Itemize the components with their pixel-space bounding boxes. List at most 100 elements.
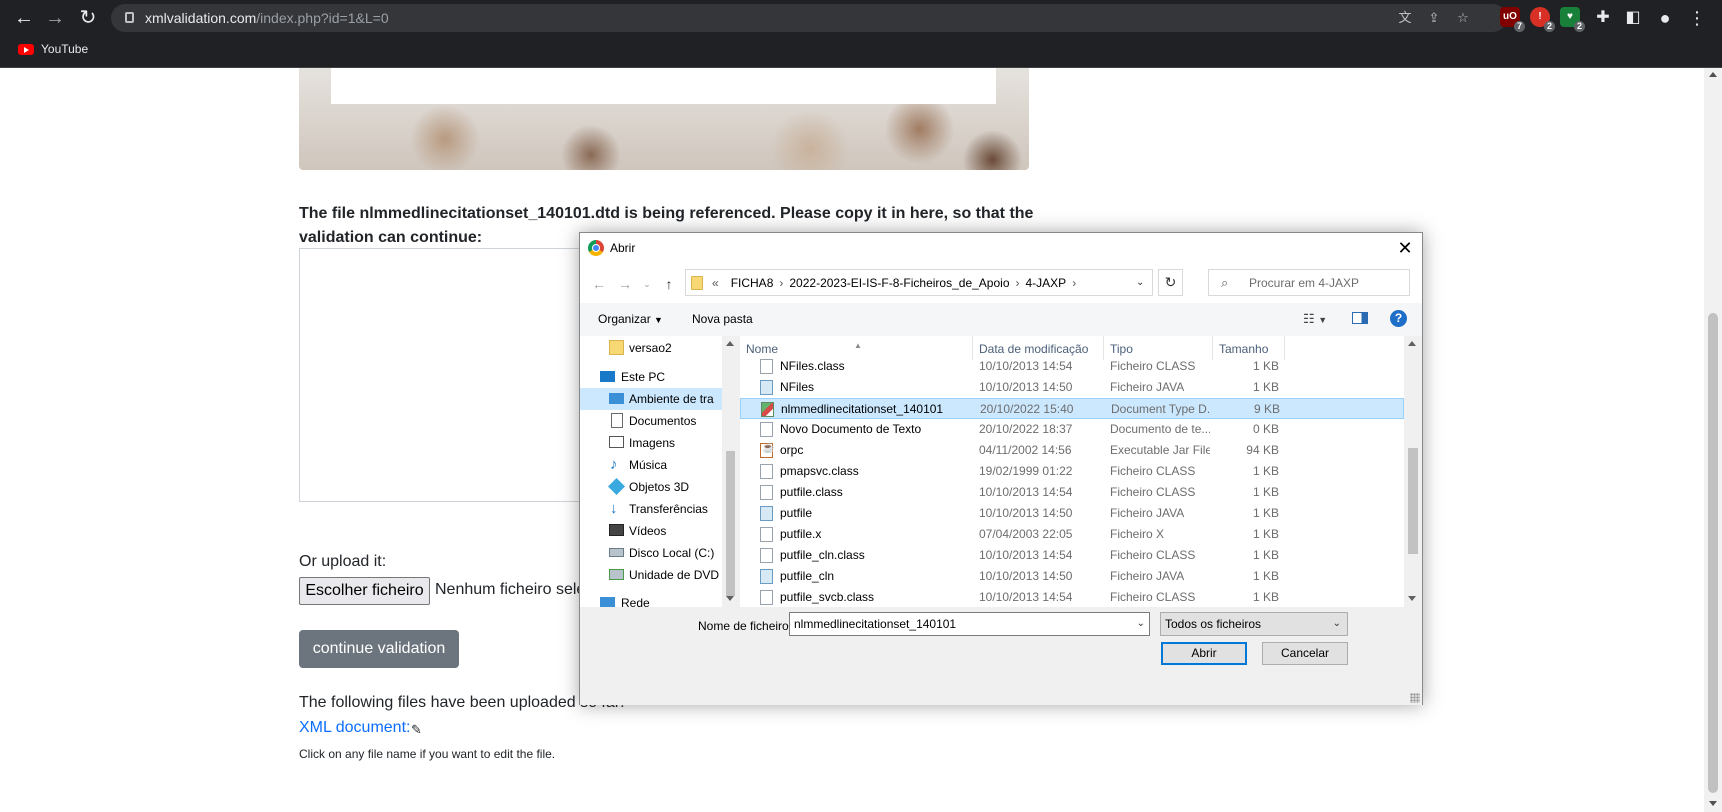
- choose-file-button[interactable]: Escolher ficheiro: [299, 577, 430, 605]
- reload-icon[interactable]: ↻: [75, 5, 101, 31]
- path-breadcrumb[interactable]: «FICHA8 › 2022-2023-EI-IS-F-8-Ficheiros_de…: [685, 269, 1153, 296]
- recent-dropdown-icon[interactable]: ⌄: [638, 279, 656, 290]
- folder-icon: [609, 340, 624, 355]
- chevron-down-icon[interactable]: ⌄: [1137, 613, 1145, 635]
- file-row[interactable]: NFiles.class 10/10/2013 14:54 Ficheiro CLA…: [740, 356, 1404, 377]
- file-name: putfile_cln.class: [780, 548, 865, 562]
- back-arrow-icon[interactable]: ←: [590, 276, 608, 292]
- chevron-down-icon[interactable]: ⌄: [1136, 277, 1144, 288]
- file-row[interactable]: putfile.class 10/10/2013 14:54 Ficheiro CL…: [740, 482, 1404, 503]
- file-size: 94 KB: [1246, 443, 1279, 457]
- green-extension-icon[interactable]: ♥ 2: [1560, 7, 1585, 32]
- tree-item-objetos-3d[interactable]: Objetos 3D: [580, 476, 722, 498]
- menu-kebab-icon[interactable]: ⋮: [1684, 5, 1710, 31]
- tree-item-videos[interactable]: Vídeos: [580, 520, 722, 542]
- tree-item-transferencias[interactable]: ↓ Transferências: [580, 498, 722, 520]
- file-list-scroll-thumb[interactable]: [1408, 448, 1418, 554]
- back-icon[interactable]: ←: [11, 5, 37, 31]
- file-row[interactable]: NFiles 10/10/2013 14:50 Ficheiro JAVA 1 KB: [740, 377, 1404, 398]
- tree-item-rede[interactable]: Rede: [580, 592, 722, 607]
- file-type: Ficheiro CLASS: [1110, 464, 1196, 478]
- file-row[interactable]: putfile_cln.class 10/10/2013 14:54 Ficheir…: [740, 545, 1404, 566]
- share-icon[interactable]: ⇪: [1426, 10, 1442, 26]
- red-extension-icon[interactable]: ! 2: [1530, 7, 1555, 32]
- organize-menu-button[interactable]: Organizar ▼: [598, 312, 663, 326]
- file-class-icon: [760, 527, 773, 542]
- file-row[interactable]: pmapsvc.class 19/02/1999 01:22 Ficheiro CL…: [740, 461, 1404, 482]
- file-name: NFiles: [780, 380, 815, 394]
- file-name: putfile_svcb.class: [780, 590, 875, 604]
- tree-item-disco-local[interactable]: Disco Local (C:): [580, 542, 722, 564]
- forward-icon[interactable]: →: [42, 5, 68, 31]
- side-panel-icon[interactable]: ◧: [1620, 5, 1646, 31]
- scroll-down-arrow-icon[interactable]: [1408, 596, 1416, 601]
- file-date: 04/11/2002 14:56: [979, 443, 1072, 457]
- open-button[interactable]: Abrir: [1161, 642, 1247, 665]
- scroll-down-arrow-icon[interactable]: [1709, 801, 1717, 806]
- url-text[interactable]: xmlvalidation.com/index.php?id=1&L=0: [145, 10, 389, 26]
- up-arrow-icon[interactable]: ↑: [660, 276, 678, 292]
- file-date: 19/02/1999 01:22: [979, 464, 1073, 478]
- tree-item-este-pc[interactable]: Este PC: [580, 366, 722, 388]
- pencil-icon[interactable]: ✎: [411, 722, 422, 738]
- tree-item-versao2[interactable]: versao2: [580, 337, 722, 359]
- continue-validation-button[interactable]: continue validation: [299, 630, 459, 668]
- tree-item-documentos[interactable]: Documentos: [580, 410, 722, 432]
- preview-pane-icon[interactable]: [1352, 312, 1368, 324]
- profile-avatar-icon[interactable]: ●: [1652, 5, 1678, 31]
- filename-input[interactable]: nlmmedlinecitationset_140101 ⌄: [789, 612, 1150, 636]
- address-bar[interactable]: xmlvalidation.com/index.php?id=1&L=0 文 ⇪…: [111, 4, 1507, 32]
- filetype-select[interactable]: Todos os ficheiros ⌄: [1160, 612, 1348, 636]
- file-list[interactable]: Nome ▲ Data de modificação Tipo Tamanho N…: [740, 336, 1404, 607]
- file-row[interactable]: Novo Documento de Texto 20/10/2022 18:37 D…: [740, 419, 1404, 440]
- tree-item-dvd[interactable]: Unidade de DVD: [580, 564, 722, 586]
- cancel-button[interactable]: Cancelar: [1262, 642, 1348, 665]
- scroll-up-arrow-icon[interactable]: [726, 341, 734, 346]
- documents-icon: [611, 413, 623, 428]
- page-scroll-thumb[interactable]: [1708, 313, 1718, 793]
- tree-item-musica[interactable]: ♪ Música: [580, 454, 722, 476]
- browser-toolbar: ← → ↻ xmlvalidation.com/index.php?id=1&L…: [0, 0, 1722, 35]
- file-name: Novo Documento de Texto: [780, 422, 922, 436]
- file-row[interactable]: putfile_svcb.class 10/10/2013 14:54 Fichei…: [740, 587, 1404, 607]
- organize-label: Organizar: [598, 312, 651, 326]
- tree-scroll-thumb[interactable]: [726, 451, 735, 596]
- bookmark-star-icon[interactable]: ☆: [1455, 10, 1471, 26]
- objects3d-icon: [608, 478, 625, 495]
- file-class-icon: [760, 590, 773, 605]
- extensions-puzzle-icon[interactable]: ✚: [1590, 5, 1616, 31]
- breadcrumb-item[interactable]: 4-JAXP: [1026, 276, 1067, 290]
- translate-icon[interactable]: 文: [1397, 10, 1413, 26]
- scroll-up-arrow-icon[interactable]: [1709, 72, 1717, 77]
- search-input[interactable]: ⌕ Procurar em 4-JAXP: [1208, 269, 1410, 296]
- tree-item-imagens[interactable]: Imagens: [580, 432, 722, 454]
- file-name: putfile.class: [780, 485, 843, 499]
- scroll-down-arrow-icon[interactable]: [726, 596, 734, 601]
- breadcrumb-item[interactable]: 2022-2023-EI-IS-F-8-Ficheiros_de_Apoio: [789, 276, 1009, 290]
- help-icon[interactable]: ?: [1390, 310, 1407, 327]
- ublock-extension-icon[interactable]: uO 7: [1500, 7, 1525, 32]
- scroll-up-arrow-icon[interactable]: [1408, 341, 1416, 346]
- close-icon[interactable]: ✕: [1391, 235, 1419, 261]
- file-row[interactable]: nlmmedlinecitationset_140101 20/10/2022 1…: [740, 398, 1404, 419]
- refresh-button[interactable]: ↻: [1158, 269, 1183, 296]
- file-list-scrollbar[interactable]: [1404, 336, 1422, 607]
- music-icon: ♪: [610, 456, 618, 473]
- breadcrumb-item[interactable]: FICHA8: [731, 276, 774, 290]
- file-row[interactable]: putfile_cln 10/10/2013 14:50 Ficheiro JAVA…: [740, 566, 1404, 587]
- forward-arrow-icon[interactable]: →: [616, 276, 634, 292]
- bookmark-youtube[interactable]: YouTube: [41, 42, 88, 56]
- file-row[interactable]: putfile 10/10/2013 14:50 Ficheiro JAVA 1 KB: [740, 503, 1404, 524]
- file-row[interactable]: orpc 04/11/2002 14:56 Executable Jar File 9…: [740, 440, 1404, 461]
- resize-grip-icon[interactable]: [1410, 693, 1420, 703]
- tree-item-desktop[interactable]: Ambiente de tra: [580, 388, 722, 410]
- navigation-tree[interactable]: versao2 Este PC Ambiente de tra Document…: [580, 336, 722, 607]
- tree-scrollbar[interactable]: [722, 336, 739, 607]
- view-options-icon[interactable]: ☷ ▼: [1303, 311, 1327, 327]
- file-row[interactable]: putfile.x 07/04/2003 22:05 Ficheiro X 1 KB: [740, 524, 1404, 545]
- dialog-title-bar[interactable]: Abrir ✕: [580, 233, 1422, 263]
- youtube-icon[interactable]: [18, 44, 34, 55]
- new-folder-button[interactable]: Nova pasta: [692, 312, 753, 326]
- page-scrollbar[interactable]: [1704, 68, 1722, 812]
- xml-document-link[interactable]: XML document:: [299, 719, 410, 737]
